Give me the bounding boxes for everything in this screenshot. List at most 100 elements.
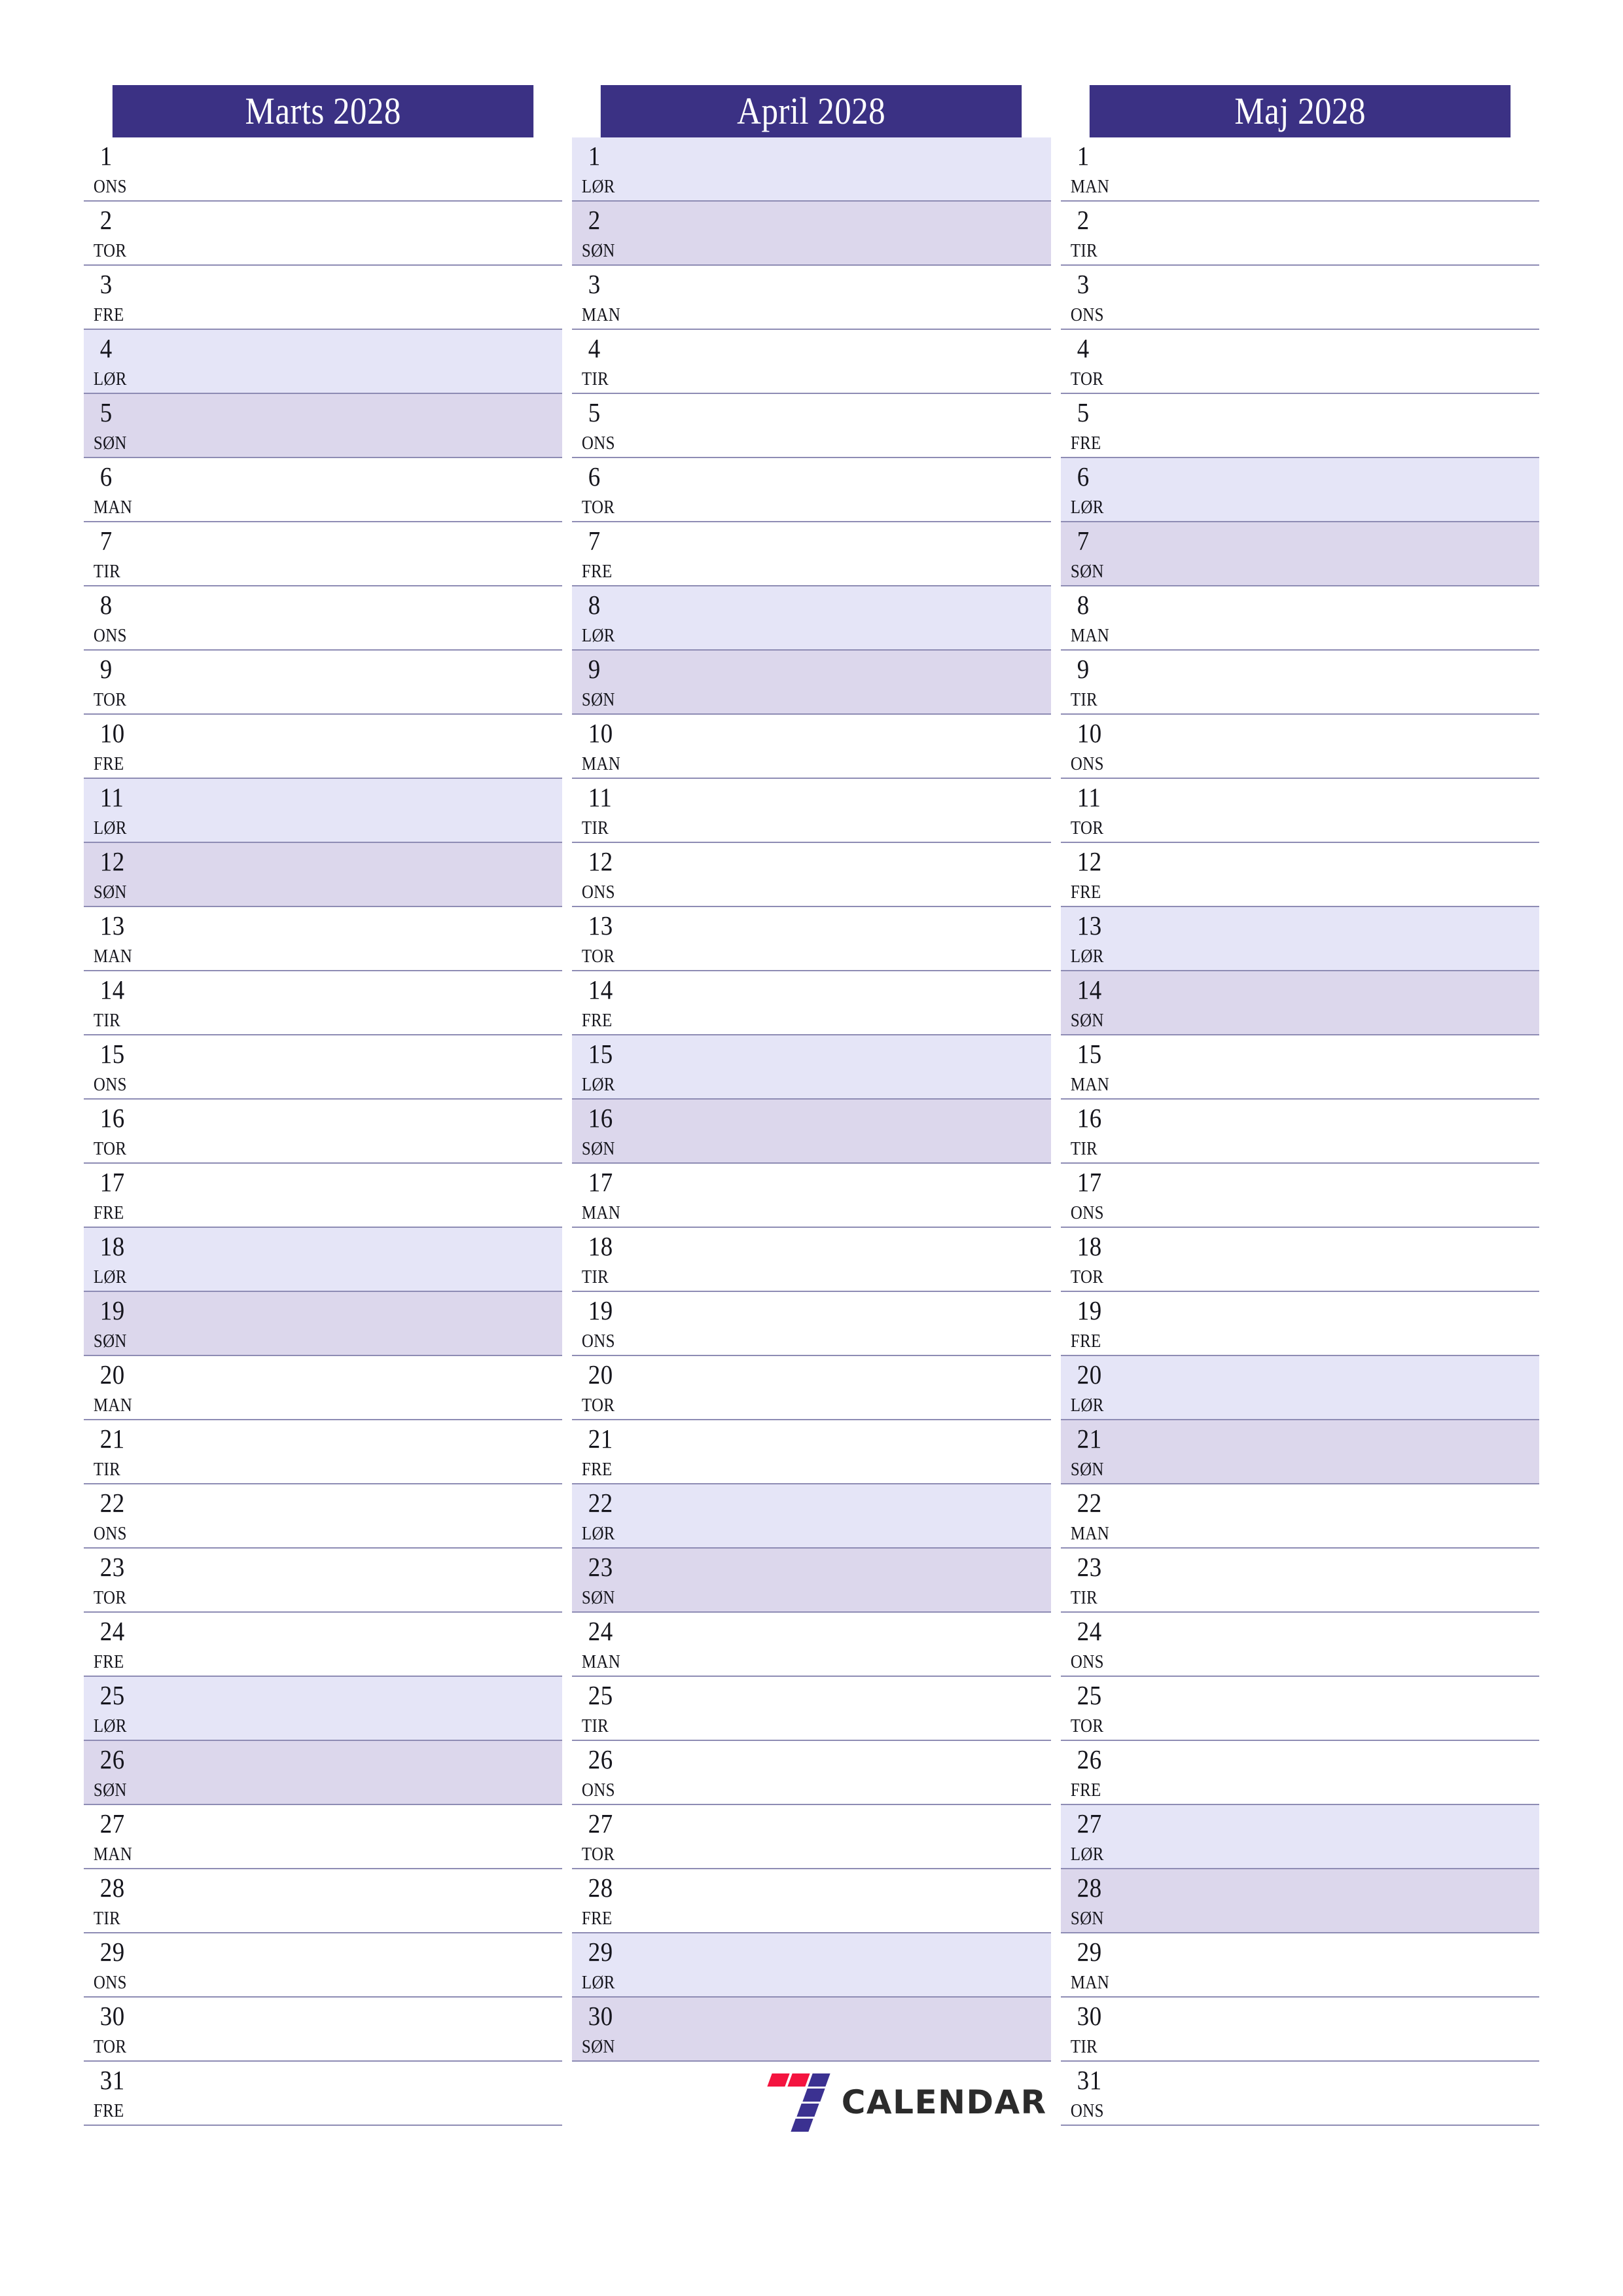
day-row[interactable]: 15 ONS — [84, 1035, 563, 1100]
day-row[interactable]: 27 MAN — [84, 1805, 563, 1869]
day-row[interactable]: 22 ONS — [84, 1484, 563, 1549]
day-row[interactable]: 10 FRE — [84, 715, 563, 779]
day-row[interactable]: 8 MAN — [1060, 586, 1539, 651]
day-row[interactable]: 12 FRE — [1060, 843, 1539, 907]
day-number: 2 — [99, 205, 113, 235]
day-row[interactable]: 6 MAN — [84, 458, 563, 522]
day-row[interactable]: 19 ONS — [572, 1292, 1051, 1356]
day-row[interactable]: 16 TOR — [84, 1100, 563, 1164]
day-row[interactable]: 22 LØR — [572, 1484, 1051, 1549]
day-row[interactable]: 30 SØN — [572, 1998, 1051, 2062]
day-row[interactable]: 22 MAN — [1060, 1484, 1539, 1549]
day-row[interactable]: 28 FRE — [572, 1869, 1051, 1933]
day-row[interactable]: 30 TOR — [84, 1998, 563, 2062]
day-row[interactable]: 18 TIR — [572, 1228, 1051, 1292]
day-row[interactable]: 24 MAN — [572, 1613, 1051, 1677]
day-row[interactable]: 19 FRE — [1060, 1292, 1539, 1356]
day-row[interactable]: 23 TOR — [84, 1549, 563, 1613]
day-row[interactable]: 21 TIR — [84, 1420, 563, 1484]
day-row[interactable]: 25 TIR — [572, 1677, 1051, 1741]
day-row[interactable]: 12 SØN — [84, 843, 563, 907]
day-row[interactable]: 17 MAN — [572, 1164, 1051, 1228]
day-row[interactable]: 8 LØR — [572, 586, 1051, 651]
day-row[interactable]: 7 FRE — [572, 522, 1051, 586]
day-row[interactable]: 25 TOR — [1060, 1677, 1539, 1741]
day-row[interactable]: 8 ONS — [84, 586, 563, 651]
day-weekday-abbr: LØR — [582, 1972, 616, 1993]
day-number: 19 — [99, 1295, 125, 1325]
day-row[interactable]: 7 SØN — [1060, 522, 1539, 586]
day-row[interactable]: 13 MAN — [84, 907, 563, 971]
day-row[interactable]: 25 LØR — [84, 1677, 563, 1741]
day-row[interactable]: 11 TOR — [1060, 779, 1539, 843]
day-weekday-abbr: MAN — [93, 946, 133, 967]
day-row[interactable]: 26 FRE — [1060, 1741, 1539, 1805]
day-row[interactable]: 21 SØN — [1060, 1420, 1539, 1484]
day-row[interactable]: 31 ONS — [1060, 2062, 1539, 2126]
day-number: 1 — [99, 141, 113, 171]
day-row[interactable]: 27 LØR — [1060, 1805, 1539, 1869]
day-row[interactable]: 9 TIR — [1060, 651, 1539, 715]
day-row[interactable]: 26 ONS — [572, 1741, 1051, 1805]
day-number: 20 — [99, 1359, 125, 1390]
day-row[interactable]: 3 FRE — [84, 266, 563, 330]
day-row[interactable]: 6 TOR — [572, 458, 1051, 522]
day-row[interactable]: 7 TIR — [84, 522, 563, 586]
day-row[interactable]: 17 FRE — [84, 1164, 563, 1228]
day-row[interactable]: 29 MAN — [1060, 1933, 1539, 1998]
day-row[interactable]: 10 ONS — [1060, 715, 1539, 779]
day-row[interactable]: 14 FRE — [572, 971, 1051, 1035]
day-row[interactable]: 19 SØN — [84, 1292, 563, 1356]
day-row[interactable]: 4 TOR — [1060, 330, 1539, 394]
day-row[interactable]: 11 TIR — [572, 779, 1051, 843]
day-row[interactable]: 5 ONS — [572, 394, 1051, 458]
day-row[interactable]: 5 SØN — [84, 394, 563, 458]
day-row[interactable]: 31 FRE — [84, 2062, 563, 2126]
day-row[interactable]: 1 MAN — [1060, 137, 1539, 202]
day-row[interactable]: 16 TIR — [1060, 1100, 1539, 1164]
day-number: 8 — [99, 590, 113, 620]
day-row[interactable]: 4 LØR — [84, 330, 563, 394]
day-row[interactable]: 13 LØR — [1060, 907, 1539, 971]
day-row[interactable]: 3 MAN — [572, 266, 1051, 330]
day-row[interactable]: 12 ONS — [572, 843, 1051, 907]
day-row[interactable]: 18 TOR — [1060, 1228, 1539, 1292]
day-row[interactable]: 29 LØR — [572, 1933, 1051, 1998]
day-row[interactable]: 26 SØN — [84, 1741, 563, 1805]
day-row[interactable]: 3 ONS — [1060, 266, 1539, 330]
day-row[interactable]: 23 TIR — [1060, 1549, 1539, 1613]
day-row[interactable]: 17 ONS — [1060, 1164, 1539, 1228]
day-row[interactable]: 2 TIR — [1060, 202, 1539, 266]
day-weekday-abbr: TOR — [582, 946, 615, 967]
day-row[interactable]: 24 FRE — [84, 1613, 563, 1677]
day-row[interactable]: 23 SØN — [572, 1549, 1051, 1613]
day-row[interactable]: 21 FRE — [572, 1420, 1051, 1484]
day-row[interactable]: 20 MAN — [84, 1356, 563, 1420]
day-row[interactable]: 27 TOR — [572, 1805, 1051, 1869]
day-row[interactable]: 16 SØN — [572, 1100, 1051, 1164]
day-row[interactable]: 30 TIR — [1060, 1998, 1539, 2062]
day-row[interactable]: 15 MAN — [1060, 1035, 1539, 1100]
day-row[interactable]: 6 LØR — [1060, 458, 1539, 522]
day-row[interactable]: 11 LØR — [84, 779, 563, 843]
day-row[interactable]: 24 ONS — [1060, 1613, 1539, 1677]
day-row[interactable]: 2 TOR — [84, 202, 563, 266]
day-row[interactable]: 1 LØR — [572, 137, 1051, 202]
day-row[interactable]: 9 SØN — [572, 651, 1051, 715]
day-row[interactable]: 13 TOR — [572, 907, 1051, 971]
day-row[interactable]: 14 SØN — [1060, 971, 1539, 1035]
day-row[interactable]: 4 TIR — [572, 330, 1051, 394]
day-row[interactable]: 18 LØR — [84, 1228, 563, 1292]
day-row[interactable]: 20 LØR — [1060, 1356, 1539, 1420]
day-row[interactable]: 5 FRE — [1060, 394, 1539, 458]
day-row[interactable]: 14 TIR — [84, 971, 563, 1035]
day-row[interactable]: 28 TIR — [84, 1869, 563, 1933]
day-row[interactable]: 1 ONS — [84, 137, 563, 202]
day-row[interactable]: 28 SØN — [1060, 1869, 1539, 1933]
day-row[interactable]: 2 SØN — [572, 202, 1051, 266]
day-row[interactable]: 10 MAN — [572, 715, 1051, 779]
day-row[interactable]: 20 TOR — [572, 1356, 1051, 1420]
day-row[interactable]: 15 LØR — [572, 1035, 1051, 1100]
day-row[interactable]: 9 TOR — [84, 651, 563, 715]
day-row[interactable]: 29 ONS — [84, 1933, 563, 1998]
